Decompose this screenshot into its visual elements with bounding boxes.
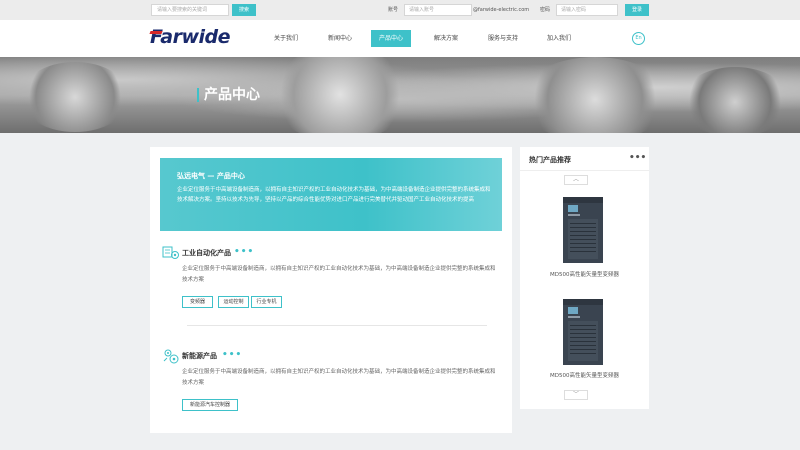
product-name[interactable]: MD500高性能矢量型变频器 [520, 371, 649, 379]
inverter-product-image[interactable] [560, 195, 606, 265]
nav-item-join[interactable]: 加入我们 [541, 30, 577, 47]
nav-item-solutions[interactable]: 解决方案 [428, 30, 464, 47]
section-text: 企业定位服务于中高端设备制造商，以拥有自主知识产权的工业自动化技术为基础，为中高… [182, 369, 496, 386]
scroll-up-button[interactable]: ︿ [564, 175, 588, 185]
page-title: 产品中心 [204, 87, 260, 103]
more-dots-icon[interactable]: ••• [222, 350, 242, 360]
account-input[interactable]: 请输入账号 [404, 4, 472, 16]
nav-item-products[interactable]: 产品中心 [371, 30, 411, 47]
login-button[interactable]: 登录 [625, 4, 649, 16]
banner-machine-part [520, 57, 670, 133]
more-dots-icon[interactable]: ••• [629, 153, 646, 163]
inverter-product-image[interactable] [560, 297, 606, 367]
banner-machine-part [20, 62, 130, 132]
header: Farwide 关于我们 新闻中心 产品中心 解决方案 服务与支持 加入我们 E… [0, 20, 800, 57]
sidebar-divider [520, 170, 649, 171]
search-input[interactable]: 请输入要搜索的关键词 [151, 4, 229, 16]
section-industrial-automation: 工业自动化产品 ••• 企业定位服务于中高端设备制造商，以拥有自主知识产权的工业… [162, 244, 502, 314]
intro-box: 弘远电气 — 产品中心 企业定位服务于中高端设备制造商，以拥有自主知识产权的工业… [160, 158, 502, 231]
hero-banner: 产品中心 [0, 57, 800, 133]
top-bar: 请输入要搜索的关键词 搜索 账号 请输入账号 @farwide-electric… [0, 0, 800, 20]
more-dots-icon[interactable]: ••• [234, 247, 254, 257]
account-label: 账号 [388, 7, 399, 13]
section-text: 企业定位服务于中高端设备制造商，以拥有自主知识产权的工业自动化技术为基础，为中高… [182, 266, 496, 283]
product-name[interactable]: MD500高性能矢量型变频器 [520, 270, 649, 278]
logo-swoosh [149, 31, 163, 34]
password-label: 密码 [540, 7, 551, 13]
banner-title-accent [197, 88, 199, 102]
section-title: 新能源产品 [182, 352, 217, 360]
intro-text: 企业定位服务于中高端设备制造商，以拥有自主知识产权的工业自动化技术为基础，为中高… [177, 187, 491, 203]
nav-item-support[interactable]: 服务与支持 [482, 30, 524, 47]
tag-motion-control[interactable]: 运动控制 [218, 296, 249, 308]
search-button[interactable]: 搜索 [232, 4, 256, 16]
hot-products-sidebar: 热门产品推荐 ••• ︿ MD500高性能矢量型变频器 MD500高性能矢量型变… [520, 147, 649, 409]
password-input[interactable]: 请输入密码 [556, 4, 618, 16]
email-domain: @farwide-electric.com [473, 7, 530, 13]
nav-item-news[interactable]: 新闻中心 [322, 30, 358, 47]
banner-machine-part [680, 67, 790, 133]
sidebar-title: 热门产品推荐 [529, 156, 571, 164]
product-overview-card: 弘远电气 — 产品中心 企业定位服务于中高端设备制造商，以拥有自主知识产权的工业… [150, 147, 512, 433]
automation-icon [162, 246, 179, 259]
logo[interactable]: Farwide [150, 26, 231, 48]
tag-ev-controller[interactable]: 新能源汽车控制器 [182, 399, 238, 411]
scroll-down-button[interactable]: ﹀ [564, 390, 588, 400]
section-title: 工业自动化产品 [182, 249, 231, 257]
section-divider [187, 325, 487, 326]
nav-item-about[interactable]: 关于我们 [268, 30, 304, 47]
new-energy-icon [163, 349, 179, 364]
tag-inverter[interactable]: 变频器 [182, 296, 213, 308]
tag-industry-machine[interactable]: 行业专机 [251, 296, 282, 308]
banner-machine-part [270, 57, 410, 133]
intro-title: 弘远电气 — 产品中心 [177, 172, 245, 180]
section-new-energy: 新能源产品 ••• 企业定位服务于中高端设备制造商，以拥有自主知识产权的工业自动… [162, 347, 502, 417]
language-switch[interactable]: En [632, 32, 645, 45]
